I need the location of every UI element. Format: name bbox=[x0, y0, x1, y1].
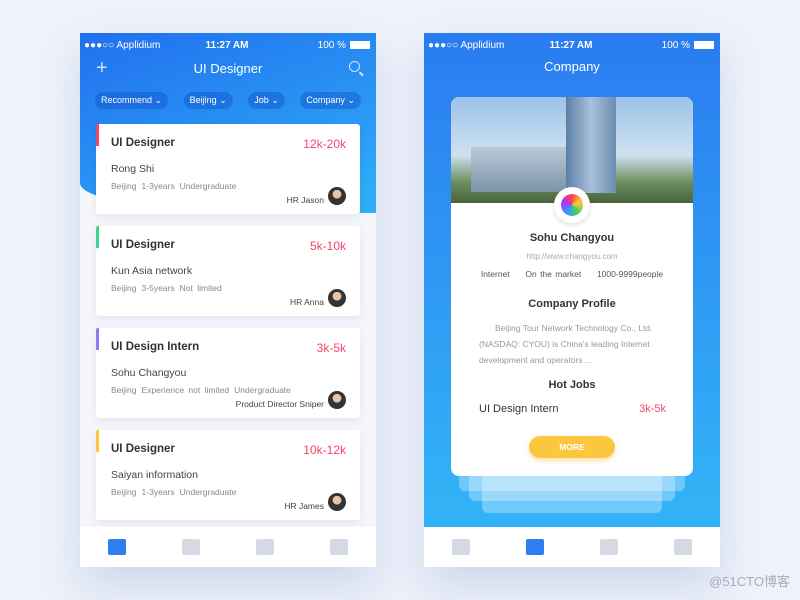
tag: Not limited bbox=[179, 283, 222, 293]
company-card: Sohu Changyou http://www.changyou.com In… bbox=[451, 97, 693, 476]
filter-city[interactable]: Beijing ⌄ bbox=[183, 92, 233, 109]
job-list-screen: ●●●○○ Applidium 11:27 AM 100 % + UI Design… bbox=[80, 33, 376, 567]
company-facts: Internet On the market 1000-9999people bbox=[480, 269, 664, 279]
home-icon[interactable] bbox=[108, 539, 126, 555]
tag: Undergraduate bbox=[234, 385, 291, 395]
job-title: UI Design Intern bbox=[111, 341, 200, 353]
profile-text: Beijing Tour Network Technology Co., Ltd… bbox=[479, 323, 653, 365]
watermark: @51CTO博客 bbox=[709, 574, 790, 589]
job-card[interactable]: UI Designer 12k-20k Rong Shi Beijing 1-3y… bbox=[96, 124, 360, 214]
recruiter-name: HR Jason bbox=[286, 195, 324, 205]
accent-bar bbox=[96, 328, 99, 350]
job-title: UI Designer bbox=[111, 137, 175, 149]
recruiter-name: HR Anna bbox=[289, 297, 324, 307]
job-tags: Beijing 1-3years Undergraduate bbox=[111, 181, 241, 191]
accent-bar bbox=[96, 124, 99, 146]
job-salary: 12k-20k bbox=[303, 137, 346, 151]
tab-bar bbox=[424, 527, 720, 567]
status-bar: ●●●○○ Applidium 11:27 AM 100 % bbox=[428, 38, 714, 52]
tag: 1-3years bbox=[141, 487, 175, 497]
job-salary: 5k-10k bbox=[309, 239, 346, 253]
building-icon[interactable] bbox=[526, 539, 544, 555]
status-bar: ●●●○○ Applidium 11:27 AM 100 % bbox=[84, 38, 370, 52]
tag: Beijing bbox=[111, 283, 137, 293]
company-screen: ●●●○○ Applidium 11:27 AM 100 % Company Soh… bbox=[424, 33, 720, 567]
tag: Undergraduate bbox=[179, 487, 237, 497]
company-name: Sohu Changyou bbox=[529, 232, 615, 244]
message-icon[interactable] bbox=[600, 539, 618, 555]
hot-job-title[interactable]: UI Design Intern bbox=[479, 403, 558, 415]
home-icon[interactable] bbox=[452, 539, 470, 555]
filter-job[interactable]: Job ⌄ bbox=[248, 92, 285, 109]
tab-bar bbox=[80, 527, 376, 567]
company-name: Saiyan information bbox=[111, 469, 198, 481]
recruiter-name: Product Director Sniper bbox=[235, 399, 324, 409]
filter-bar: Recommend ⌄ Beijing ⌄ Job ⌄ Company ⌄ bbox=[95, 92, 361, 109]
profile-icon[interactable] bbox=[330, 539, 348, 555]
avatar bbox=[328, 493, 346, 511]
search-icon[interactable] bbox=[349, 61, 360, 72]
profile-icon[interactable] bbox=[674, 539, 692, 555]
avatar bbox=[328, 289, 346, 307]
accent-bar bbox=[96, 226, 99, 248]
profile-heading: Company Profile bbox=[528, 298, 616, 310]
tag: Beijing bbox=[111, 181, 137, 191]
company-url[interactable]: http://www.changyou.com bbox=[451, 252, 693, 261]
accent-bar bbox=[96, 430, 99, 452]
filter-company[interactable]: Company ⌄ bbox=[300, 92, 361, 109]
tag: Experience not limited bbox=[141, 385, 230, 395]
filter-recommend[interactable]: Recommend ⌄ bbox=[95, 92, 169, 109]
time: 11:27 AM bbox=[205, 39, 249, 51]
tag: 3-5years bbox=[141, 283, 175, 293]
job-tags: Beijing 3-5years Not limited bbox=[111, 283, 227, 293]
job-tags: Beijing Experience not limited Undergradua… bbox=[111, 385, 296, 395]
job-salary: 10k-12k bbox=[303, 443, 346, 457]
job-title: UI Designer bbox=[111, 239, 175, 251]
company-name: Kun Asia network bbox=[111, 265, 193, 277]
avatar bbox=[328, 391, 346, 409]
company-name: Sohu Changyou bbox=[111, 367, 187, 379]
job-card[interactable]: UI Designer 5k-10k Kun Asia network Beij… bbox=[96, 226, 360, 316]
hot-job-salary: 3k-5k bbox=[639, 403, 666, 415]
more-button[interactable]: MORE bbox=[529, 436, 615, 458]
message-icon[interactable] bbox=[256, 539, 274, 555]
company-logo bbox=[554, 187, 590, 223]
job-tags: Beijing 1-3years Undergraduate bbox=[111, 487, 241, 497]
tag: Beijing bbox=[111, 487, 137, 497]
job-card[interactable]: UI Designer 10k-12k Saiyan information B… bbox=[96, 430, 360, 520]
job-card[interactable]: UI Design Intern 3k-5k Sohu Changyou Bei… bbox=[96, 328, 360, 418]
building-icon[interactable] bbox=[182, 539, 200, 555]
job-salary: 3k-5k bbox=[316, 341, 346, 355]
company-name: Rong Shi bbox=[111, 163, 155, 175]
page-title: Company bbox=[544, 59, 600, 74]
hot-jobs-heading: Hot Jobs bbox=[548, 379, 596, 391]
tag: Undergraduate bbox=[179, 181, 237, 191]
tag: Beijing bbox=[111, 385, 137, 395]
recruiter-name: HR James bbox=[284, 501, 324, 511]
tag: 1-3years bbox=[141, 181, 175, 191]
avatar bbox=[328, 187, 346, 205]
job-title: UI Designer bbox=[111, 443, 175, 455]
page-title: UI Designer bbox=[193, 61, 263, 76]
